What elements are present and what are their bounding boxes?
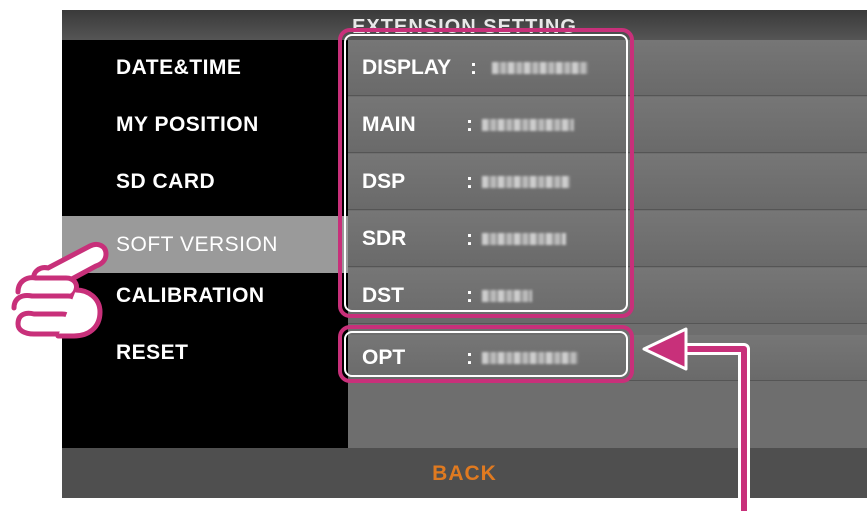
pointing-hand-icon bbox=[11, 241, 109, 339]
opt-row-highlight bbox=[338, 325, 634, 383]
menu-item-date-time[interactable]: DATE&TIME bbox=[62, 45, 348, 91]
arrow-left-icon bbox=[642, 327, 750, 511]
version-list-highlight bbox=[338, 28, 634, 318]
menu-item-sd-card[interactable]: SD CARD bbox=[62, 159, 348, 205]
menu-item-my-position[interactable]: MY POSITION bbox=[62, 102, 348, 148]
